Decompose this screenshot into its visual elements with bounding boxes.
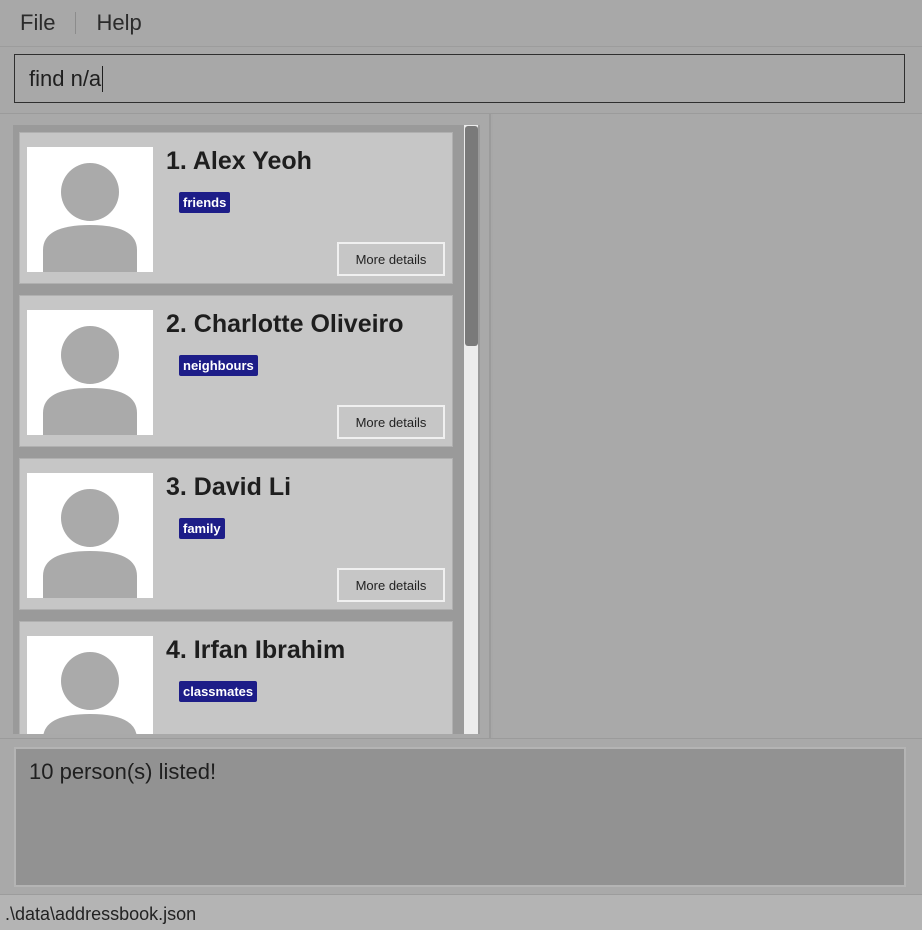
person-tag: neighbours xyxy=(179,355,258,376)
more-details-button[interactable]: More details xyxy=(337,242,445,276)
text-caret xyxy=(102,65,104,92)
person-card[interactable]: 3. David Li family More details xyxy=(19,458,453,610)
menu-bar: File Help xyxy=(0,0,922,47)
person-silhouette-icon xyxy=(27,147,153,272)
result-display: 10 person(s) listed! xyxy=(14,747,906,887)
result-display-area: 10 person(s) listed! xyxy=(0,738,922,894)
command-input[interactable]: find n/a xyxy=(14,54,905,103)
more-details-button[interactable]: More details xyxy=(337,405,445,439)
more-details-button[interactable]: More details xyxy=(337,568,445,602)
person-tag: family xyxy=(179,518,225,539)
person-silhouette-icon xyxy=(27,473,153,598)
menu-file[interactable]: File xyxy=(0,10,75,36)
person-card[interactable]: 1. Alex Yeoh friends More details xyxy=(19,132,453,284)
person-card[interactable]: 4. Irfan Ibrahim classmates xyxy=(19,621,453,734)
detail-panel xyxy=(493,114,922,738)
person-list[interactable]: 1. Alex Yeoh friends More details 2. Cha… xyxy=(13,125,480,734)
person-silhouette-icon xyxy=(27,310,153,435)
person-list-panel: 1. Alex Yeoh friends More details 2. Cha… xyxy=(0,114,491,738)
person-name: 2. Charlotte Oliveiro xyxy=(166,310,404,338)
person-name: 1. Alex Yeoh xyxy=(166,147,312,175)
person-card[interactable]: 2. Charlotte Oliveiro neighbours More de… xyxy=(19,295,453,447)
result-message: 10 person(s) listed! xyxy=(29,759,217,784)
person-tag: friends xyxy=(179,192,231,213)
save-file-path: .\data\addressbook.json xyxy=(5,904,197,924)
person-tag: classmates xyxy=(179,681,258,702)
person-name: 4. Irfan Ibrahim xyxy=(166,636,346,664)
person-name: 3. David Li xyxy=(166,473,292,501)
command-text: find n/a xyxy=(29,65,102,91)
person-silhouette-icon xyxy=(27,636,153,734)
menu-help[interactable]: Help xyxy=(76,10,161,36)
status-bar: .\data\addressbook.json xyxy=(0,894,922,930)
list-scrollbar-thumb[interactable] xyxy=(465,126,478,346)
command-box-area: find n/a xyxy=(0,47,922,114)
